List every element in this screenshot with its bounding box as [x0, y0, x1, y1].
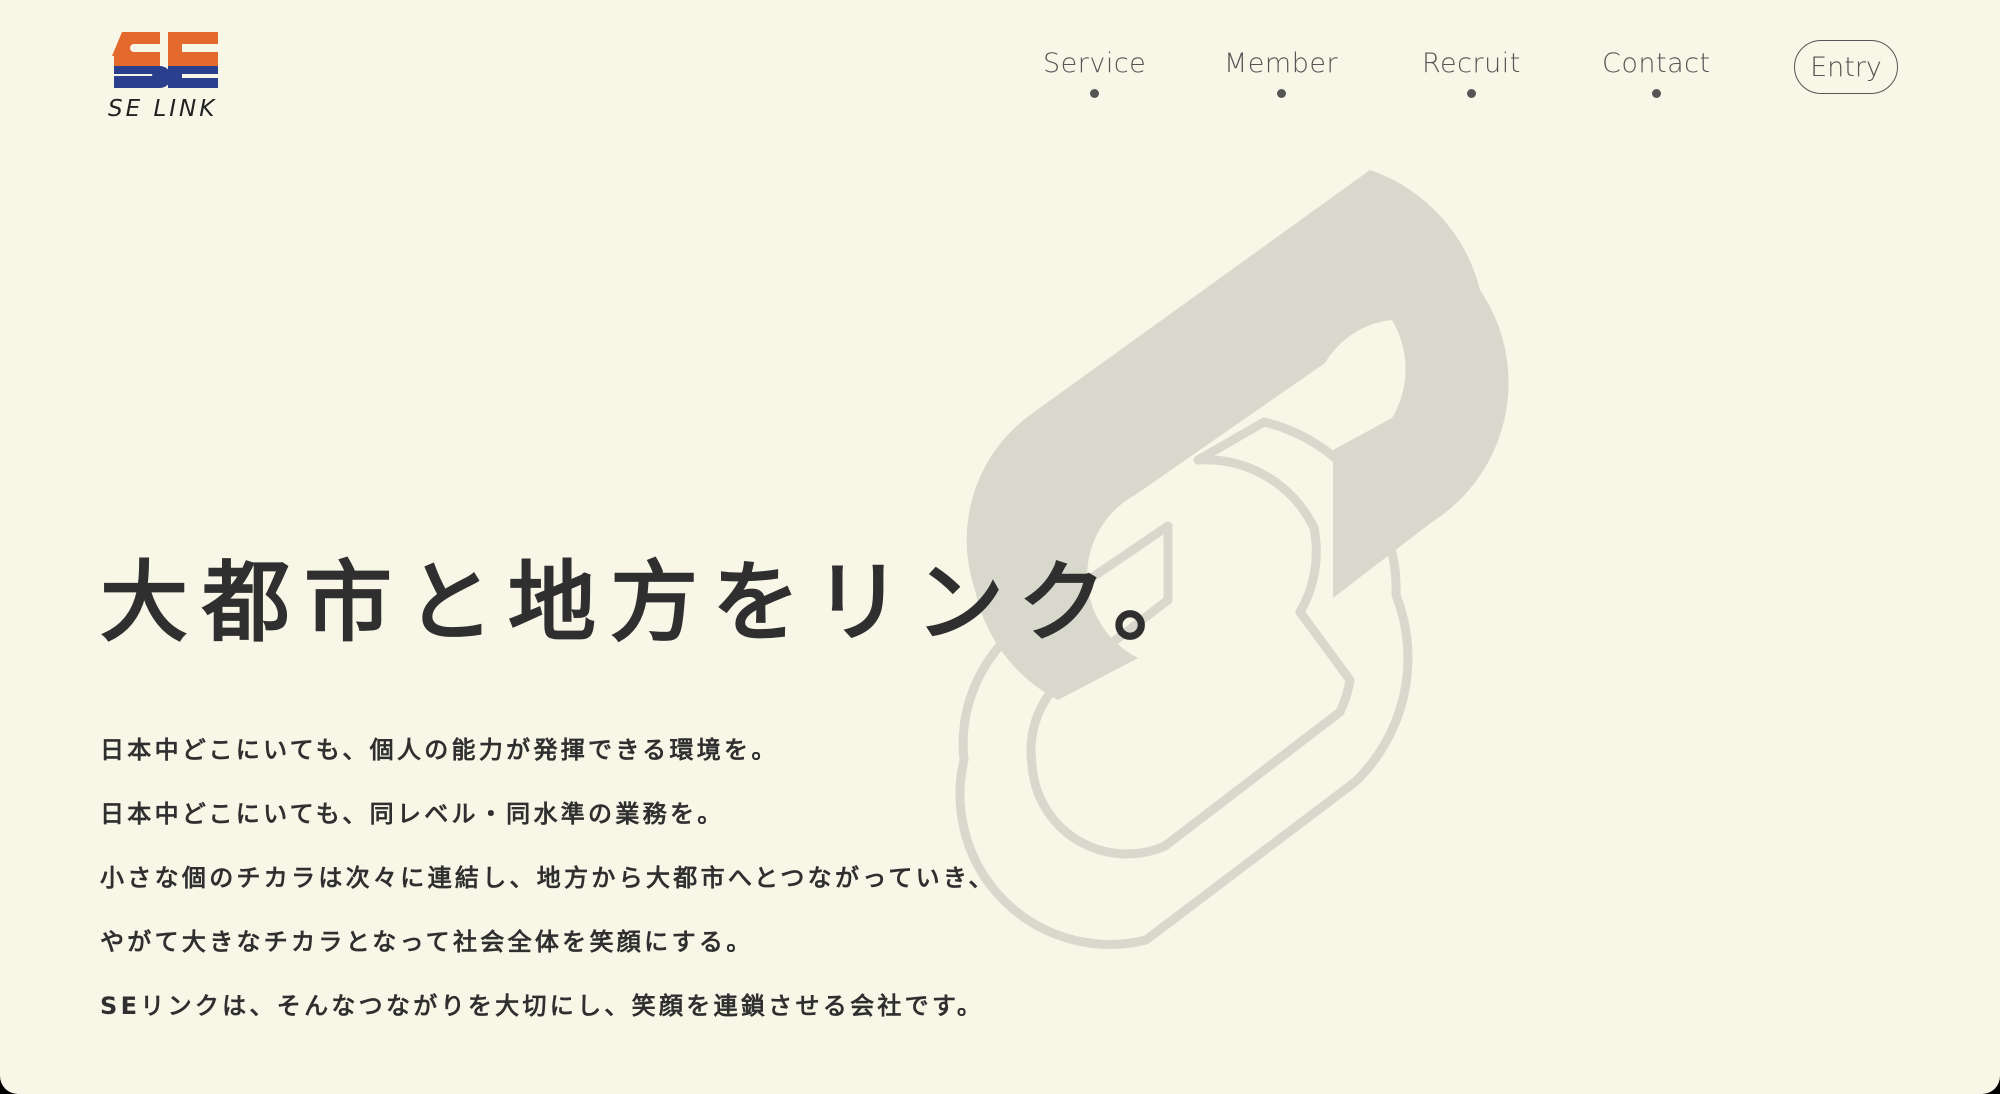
nav-dot-icon [1466, 89, 1476, 98]
nav-item-label: Member [1224, 48, 1339, 79]
nav-dot-icon [1090, 89, 1100, 98]
nav-item-member[interactable]: Member [1224, 48, 1338, 98]
hero-line: SEリンクは、そんなつながりを大切にし、笑顔を連鎖させる会社です。 [100, 992, 985, 1020]
nav-item-recruit[interactable]: Recruit [1422, 48, 1521, 98]
nav-item-label: Service [1043, 48, 1147, 79]
hero-line: やがて大きなチカラとなって社会全体を笑顔にする。 [100, 928, 754, 956]
hero-title: 大都市と地方をリンク。 [100, 551, 1215, 654]
nav-dot-icon [1651, 89, 1661, 98]
nav-dot-icon [1276, 89, 1286, 98]
nav-item-contact[interactable]: Contact [1602, 48, 1711, 98]
logo-mark-icon [112, 32, 218, 88]
hero-description: 日本中どこにいても、個人の能力が発揮できる環境を。 日本中どこにいても、同レベル… [100, 730, 996, 1050]
page: SE LINK Service Member Recruit Contact E… [0, 0, 2000, 1094]
hero-line: 日本中どこにいても、同レベル・同水準の業務を。 [100, 800, 725, 828]
hero-line: 小さな個のチカラは次々に連結し、地方から大都市へとつながっていき、 [100, 864, 996, 892]
logo[interactable]: SE LINK [108, 30, 228, 126]
nav-item-label: Contact [1602, 48, 1711, 79]
logo-text: SE LINK [108, 96, 218, 122]
hero-line: 日本中どこにいても、個人の能力が発揮できる環境を。 [100, 736, 779, 764]
entry-button[interactable]: Entry [1794, 40, 1898, 94]
nav-item-service[interactable]: Service [1043, 48, 1146, 98]
nav-item-label: Recruit [1422, 48, 1521, 79]
